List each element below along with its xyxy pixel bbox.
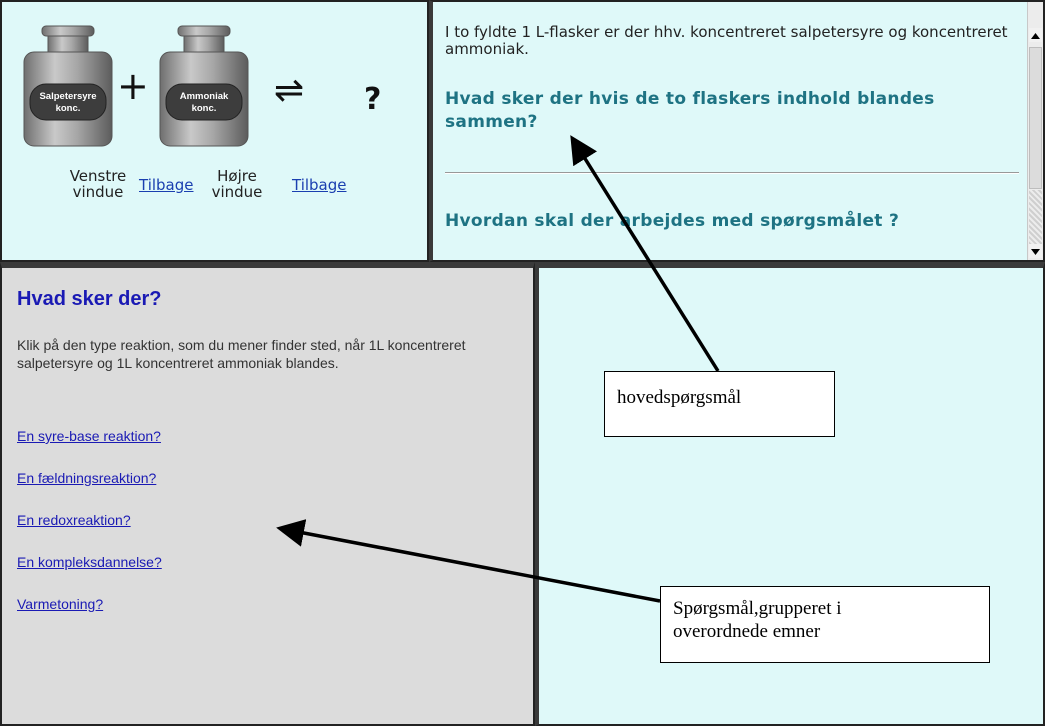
bottom-left-frame: Hvad sker der? Klik på den type reaktion… bbox=[0, 262, 535, 726]
option-link-syre-base[interactable]: En syre-base reaktion? bbox=[17, 428, 161, 444]
option-link-kompleksdannelse[interactable]: En kompleksdannelse? bbox=[17, 554, 162, 570]
right-back-link[interactable]: Tilbage bbox=[292, 176, 347, 194]
right-window-label: Højre vindue bbox=[211, 167, 263, 201]
instruction-text: Klik på den type reaktion, som du mener … bbox=[17, 337, 466, 371]
option-link-varmetoning[interactable]: Varmetoning? bbox=[17, 596, 103, 612]
annotation-grouped-line2: overordnede emner bbox=[673, 621, 821, 642]
annotation-main-question-text: hovedspørgsmål bbox=[617, 387, 742, 408]
left-window-label: Venstre vindue bbox=[69, 167, 127, 201]
option-link-redox[interactable]: En redoxreaktion? bbox=[17, 512, 131, 528]
scroll-down-button[interactable] bbox=[1029, 244, 1042, 258]
question-mark: ? bbox=[364, 82, 382, 117]
annotation-grouped-line1: Spørgsmål,grupperet i bbox=[673, 598, 842, 619]
intro-text: I to fyldte 1 L-flasker er der hhv. konc… bbox=[445, 23, 1008, 58]
equilibrium-arrow-icon: ⇌ bbox=[274, 70, 305, 111]
section-title: Hvad sker der? bbox=[17, 288, 162, 310]
annotation-main-question: hovedspørgsmål bbox=[604, 371, 835, 437]
top-right-frame: I to fyldte 1 L-flasker er der hhv. konc… bbox=[429, 0, 1045, 262]
salpetersyre-bottle-image: Salpetersyre konc. bbox=[23, 25, 113, 147]
bottle-right-line1: Ammoniak bbox=[180, 91, 229, 102]
top-left-frame: Salpetersyre konc. + Ammoniak konc. ⇌ ? … bbox=[0, 0, 429, 262]
arrow-down-icon bbox=[1031, 249, 1040, 255]
ammoniak-bottle-image: Ammoniak konc. bbox=[159, 25, 249, 147]
how-to-question[interactable]: Hvordan skal der arbejdes med spørgsmåle… bbox=[445, 210, 899, 233]
bottle-left-line1: Salpetersyre bbox=[39, 91, 96, 102]
scrollbar-thumb[interactable] bbox=[1029, 47, 1042, 189]
vertical-scrollbar[interactable] bbox=[1027, 2, 1043, 260]
main-question[interactable]: Hvad sker der hvis de to flaskers indhol… bbox=[445, 88, 985, 134]
bottle-right-line2: konc. bbox=[192, 103, 217, 114]
scroll-up-button[interactable] bbox=[1029, 28, 1042, 42]
left-back-link[interactable]: Tilbage bbox=[139, 176, 194, 194]
plus-sign: + bbox=[117, 64, 149, 108]
annotation-grouped-questions: Spørgsmål,grupperet i overordnede emner bbox=[660, 586, 990, 663]
arrow-up-icon bbox=[1031, 33, 1040, 39]
divider bbox=[445, 172, 1019, 174]
scrollbar-track[interactable] bbox=[1029, 190, 1042, 244]
bottle-left-line2: konc. bbox=[56, 103, 81, 114]
option-link-faeldning[interactable]: En fældningsreaktion? bbox=[17, 470, 156, 486]
